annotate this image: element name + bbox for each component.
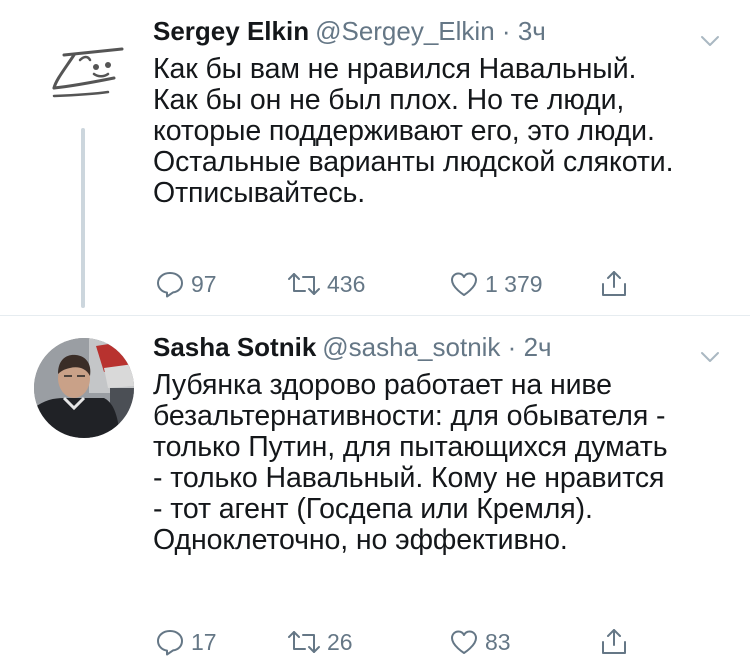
tweet-text-line: Как бы вам не нравился Навальный. [153,53,637,85]
tweet-text-line: Одноклеточно, но эффективно. [153,524,568,556]
tweet-time[interactable]: 3ч [518,16,546,46]
tweet-text-line: которые поддерживают его, это люди. [153,115,655,147]
retweet-icon [288,273,320,295]
retweet-count: 436 [327,270,366,297]
heart-icon [451,630,477,654]
tweet-text-line: - тот агент (Госдепа или Кремля). [153,493,593,525]
tweet-text-line: Отписывайтесь. [153,177,366,209]
reply-count: 17 [191,628,217,655]
share-button[interactable] [599,266,629,302]
like-button[interactable]: 83 [449,624,511,660]
tweet-text-line: Как бы он не был плох. Но те люди, [153,84,625,116]
avatar[interactable] [34,338,134,438]
author-name[interactable]: Sasha Sotnik [153,332,316,362]
like-button[interactable]: 1 379 [449,266,543,302]
like-count: 83 [485,628,511,655]
tweet-text-line: - только Навальный. Кому не нравится [153,462,665,494]
tweet-content: Sasha Sotnik @sasha_sotnik · 2ч Лубянка з… [153,330,723,656]
avatar[interactable] [34,22,134,122]
tweet-text: Лубянка здорово работает на ниве безальт… [153,370,723,556]
tweet[interactable]: Sergey Elkin @Sergey_Elkin · 3ч Как бы ва… [0,0,750,316]
tweet-text-line: только Путин, для пытающихся думать [153,431,668,463]
reply-button[interactable]: 17 [155,624,217,660]
tweet-text-line: безальтернативности: для обывателя - [153,400,666,432]
reply-count: 97 [191,270,217,297]
share-icon [602,629,626,654]
retweet-count: 26 [327,628,353,655]
tweet-header: Sasha Sotnik @sasha_sotnik · 2ч [153,330,723,364]
tweet-header: Sergey Elkin @Sergey_Elkin · 3ч [153,14,723,48]
tweet-time[interactable]: 2ч [524,332,552,362]
chevron-down-icon[interactable] [697,28,723,54]
reply-button[interactable]: 97 [155,266,217,302]
thread-line [81,128,85,308]
tweet-actions: 17 26 83 [153,624,723,660]
tweet[interactable]: Sasha Sotnik @sasha_sotnik · 2ч Лубянка з… [0,316,750,665]
reply-icon [157,272,183,298]
retweet-button[interactable]: 26 [287,624,353,660]
sketch-avatar-image [52,47,124,98]
author-handle[interactable]: @sasha_sotnik [322,332,500,362]
retweet-icon [288,631,320,653]
photo-avatar-image [34,338,134,438]
share-button[interactable] [599,624,629,660]
tweet-actions: 97 436 1 379 [153,266,723,302]
separator-dot: · [501,16,511,46]
like-count: 1 379 [485,270,543,297]
reply-icon [157,630,183,656]
share-icon [602,271,626,296]
tweet-content: Sergey Elkin @Sergey_Elkin · 3ч Как бы ва… [153,14,723,298]
heart-icon [451,272,477,296]
separator-dot: · [507,332,517,362]
author-handle[interactable]: @Sergey_Elkin [315,16,495,46]
tweet-text: Как бы вам не нравился Навальный. Как бы… [153,54,723,209]
chevron-down-icon[interactable] [697,344,723,370]
tweet-text-line: Лубянка здорово работает на ниве [153,369,612,401]
tweet-text-line: Остальные варианты людской слякоти. [153,146,674,178]
author-name[interactable]: Sergey Elkin [153,16,309,46]
retweet-button[interactable]: 436 [287,266,365,302]
